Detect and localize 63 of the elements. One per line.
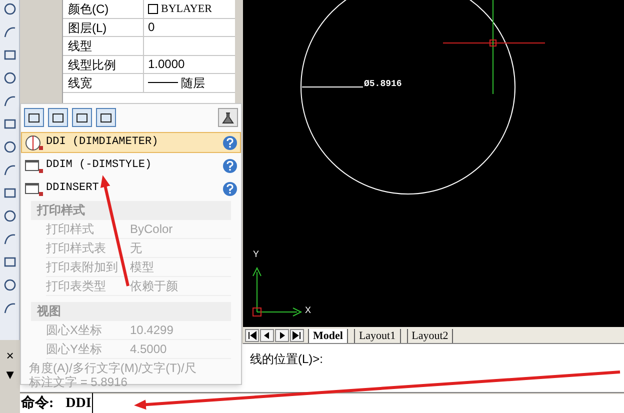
help-icon[interactable] bbox=[223, 158, 237, 172]
command-suggestion[interactable]: DDI (DIMDIAMETER) bbox=[21, 132, 241, 153]
window-button[interactable] bbox=[24, 108, 44, 127]
faded-property-value: 10.4299 bbox=[129, 322, 174, 339]
tab-nav-buttons[interactable] bbox=[245, 328, 304, 343]
window-icon bbox=[25, 180, 43, 196]
command-suggestion[interactable]: DDINSERT bbox=[21, 178, 241, 199]
faded-property-label: 打印样式表 bbox=[46, 240, 107, 257]
window-icon bbox=[25, 158, 43, 174]
first-tab-icon[interactable] bbox=[245, 329, 259, 342]
command-history-line: 线的位置(L)>: bbox=[250, 353, 324, 365]
property-label: 线型 bbox=[63, 37, 144, 54]
faded-property-label: 圆心X坐标 bbox=[46, 322, 104, 339]
faded-property-value: 模型 bbox=[129, 259, 154, 276]
previous-tab-icon[interactable] bbox=[260, 329, 274, 342]
layout-tab[interactable]: Layout1 bbox=[354, 329, 401, 343]
faded-property-value: 无 bbox=[129, 240, 142, 257]
faded-property-value: ByColor bbox=[129, 221, 173, 238]
command-suggestion[interactable]: DDIM (-DIMSTYLE) bbox=[21, 155, 241, 176]
property-value: 随层 bbox=[181, 74, 205, 92]
property-value: BYLAYER bbox=[161, 2, 212, 17]
faded-property-label: 打印表类型 bbox=[46, 278, 107, 295]
faded-history-line: 标注文字 = 5.8916 bbox=[29, 375, 128, 389]
faded-history-line: 角度(A)/多行文字(M)/文字(T)/尺 bbox=[29, 361, 198, 375]
diameter-icon bbox=[25, 134, 43, 150]
faded-section-header: 视图 bbox=[31, 302, 231, 321]
pickbox-icon bbox=[490, 40, 496, 46]
property-label: 线宽 bbox=[63, 74, 144, 92]
faded-property-value: 4.5000 bbox=[129, 341, 167, 358]
dimension-line bbox=[302, 86, 364, 88]
flask-button[interactable] bbox=[218, 108, 238, 127]
dimension-text: Ø5.8916 bbox=[364, 80, 402, 89]
command-value: DDI bbox=[66, 393, 94, 413]
color-swatch-icon bbox=[148, 4, 158, 14]
cut-block-button[interactable] bbox=[72, 108, 92, 127]
faded-property-label: 打印表附加到 bbox=[46, 259, 119, 276]
help-icon[interactable] bbox=[223, 136, 237, 150]
faded-property-label: 圆心Y坐标 bbox=[46, 341, 104, 358]
faded-property-label: 打印样式 bbox=[46, 221, 95, 238]
window-icon bbox=[28, 112, 40, 124]
close-button[interactable]: × bbox=[6, 349, 14, 362]
command-input-field[interactable]: 命令: DDI bbox=[20, 394, 624, 413]
layout-tab[interactable]: Layout2 bbox=[406, 329, 454, 343]
drawing-canvas[interactable]: Ø5.8916 Y X bbox=[243, 0, 624, 327]
ucs-x-label: X bbox=[305, 306, 312, 315]
next-tab-icon[interactable] bbox=[275, 329, 289, 342]
property-label: 图层(L) bbox=[63, 18, 144, 36]
ucs-y-label: Y bbox=[253, 250, 260, 259]
property-value: 0 bbox=[148, 19, 155, 36]
faded-property-value: 依赖于颜 bbox=[129, 278, 178, 295]
property-label: 颜色(C) bbox=[63, 0, 144, 18]
help-icon[interactable] bbox=[223, 182, 237, 196]
property-label: 线型比例 bbox=[63, 56, 144, 73]
insert-block-button[interactable] bbox=[48, 108, 68, 127]
command-prompt: 命令: bbox=[21, 394, 54, 413]
settings-button[interactable] bbox=[96, 108, 116, 127]
property-value: 1.0000 bbox=[148, 56, 185, 74]
lineweight-sample-icon bbox=[148, 82, 178, 84]
last-tab-icon[interactable] bbox=[290, 329, 304, 342]
faded-section-header: 打印样式 bbox=[31, 201, 231, 220]
flask-icon bbox=[222, 112, 234, 124]
dropdown-button[interactable]: ▼ bbox=[4, 368, 16, 381]
layout-tab[interactable]: Model bbox=[308, 329, 348, 343]
